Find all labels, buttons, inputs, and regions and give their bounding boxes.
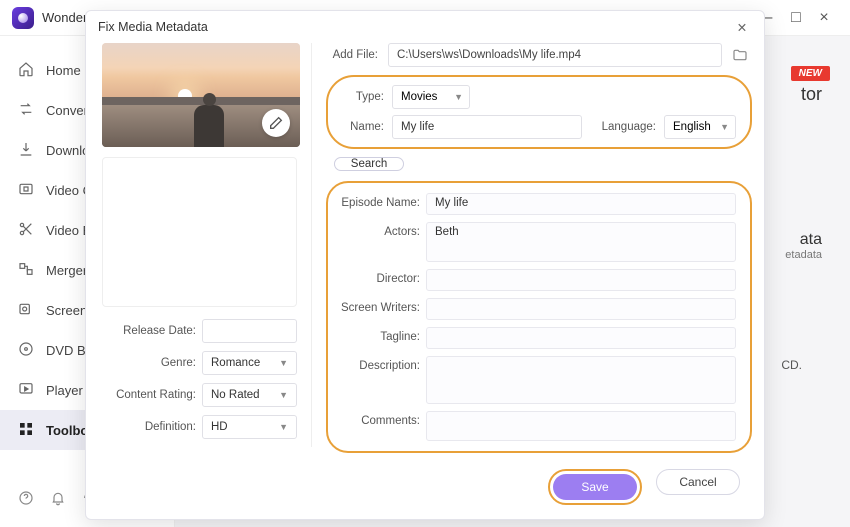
language-select[interactable]: English▼ [664, 115, 736, 139]
actors-input[interactable]: Beth [426, 222, 736, 262]
tagline-label: Tagline: [334, 327, 420, 343]
type-label: Type: [336, 91, 384, 103]
add-file-input[interactable]: C:\Users\ws\Downloads\My life.mp4 [388, 43, 722, 67]
sidebar-item-label: Merger [46, 263, 87, 278]
description-input[interactable] [426, 356, 736, 404]
search-params-callout: Type: Movies▼ Name: My life Language: En… [326, 75, 752, 149]
writers-label: Screen Writers: [334, 298, 420, 314]
modal-title-text: Fix Media Metadata [98, 20, 208, 34]
download-icon [18, 141, 36, 159]
bell-icon[interactable] [50, 490, 66, 511]
secondary-thumbnail-slot [102, 157, 297, 307]
actors-label: Actors: [334, 222, 420, 238]
director-label: Director: [334, 269, 420, 285]
media-thumbnail [102, 43, 300, 147]
director-input[interactable] [426, 269, 736, 291]
recorder-icon [18, 301, 36, 319]
bg-title-fragment: tor [801, 84, 822, 105]
compress-icon [18, 181, 36, 199]
merger-icon [18, 261, 36, 279]
toolbox-icon [18, 421, 36, 439]
definition-select[interactable]: HD▼ [202, 415, 297, 439]
bg-sub1: ata [785, 231, 822, 249]
disc-icon [18, 341, 36, 359]
maximize-button[interactable]: □ [782, 4, 810, 32]
bg-sub2: etadata [785, 249, 822, 261]
metadata-modal: Fix Media Metadata ✕ Release Date: Genre… [85, 10, 765, 520]
rating-label: Content Rating: [102, 389, 202, 401]
comments-label: Comments: [334, 411, 420, 427]
genre-label: Genre: [102, 357, 202, 369]
folder-icon [732, 47, 748, 63]
writers-input[interactable] [426, 298, 736, 320]
close-button[interactable]: × [810, 4, 838, 32]
language-label: Language: [602, 121, 656, 133]
release-date-label: Release Date: [102, 325, 202, 337]
cancel-button[interactable]: Cancel [656, 469, 740, 495]
app-logo [12, 7, 34, 29]
description-label: Description: [334, 356, 420, 372]
definition-label: Definition: [102, 421, 202, 433]
pencil-icon [268, 115, 284, 131]
converter-icon [18, 101, 36, 119]
type-select[interactable]: Movies▼ [392, 85, 470, 109]
scissors-icon [18, 221, 36, 239]
modal-close-button[interactable]: ✕ [732, 20, 752, 35]
edit-thumbnail-button[interactable] [262, 109, 290, 137]
add-file-label: Add File: [326, 49, 382, 61]
save-button[interactable]: Save [553, 474, 637, 500]
new-badge: NEW [791, 66, 830, 81]
play-icon [18, 381, 36, 399]
browse-file-button[interactable] [728, 43, 752, 67]
sidebar-item-label: Home [46, 63, 81, 78]
name-label: Name: [336, 121, 384, 133]
modal-titlebar: Fix Media Metadata ✕ [86, 11, 764, 43]
help-icon[interactable] [18, 490, 34, 511]
name-input[interactable]: My life [392, 115, 582, 139]
comments-input[interactable] [426, 411, 736, 441]
metadata-fields-callout: Episode Name: My life Actors: Beth Direc… [326, 181, 752, 453]
search-button[interactable]: Search [334, 157, 404, 171]
bg-cd-fragment: CD. [781, 358, 802, 372]
tagline-input[interactable] [426, 327, 736, 349]
genre-select[interactable]: Romance▼ [202, 351, 297, 375]
home-icon [18, 61, 36, 79]
sidebar-item-label: Player [46, 383, 83, 398]
save-button-highlight: Save [548, 469, 642, 505]
episode-label: Episode Name: [334, 193, 420, 209]
release-date-field[interactable] [202, 319, 297, 343]
app-title: Wonder [42, 10, 87, 25]
rating-select[interactable]: No Rated▼ [202, 383, 297, 407]
episode-input[interactable]: My life [426, 193, 736, 215]
